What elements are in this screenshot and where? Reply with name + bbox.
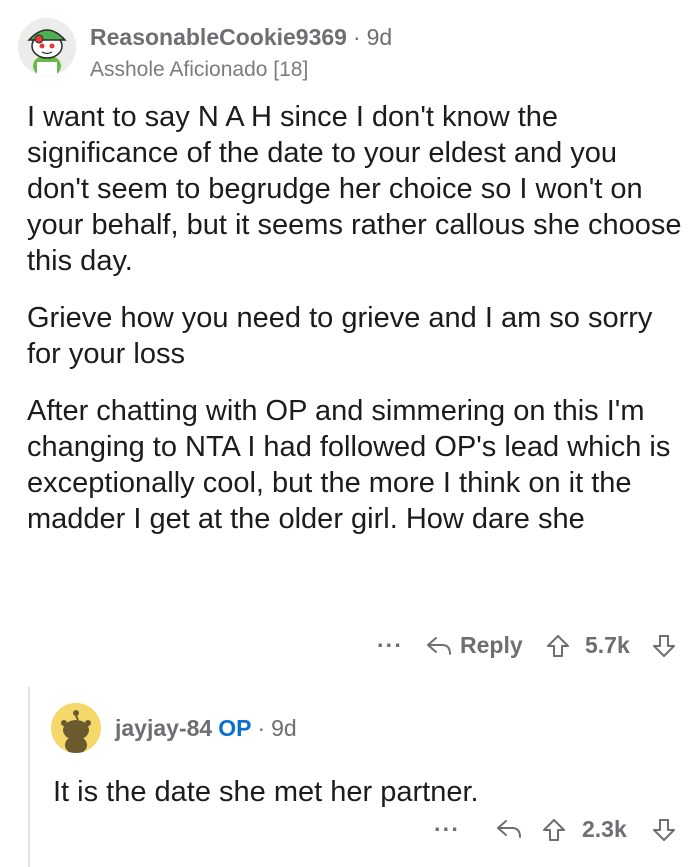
comment-paragraph: After chatting with OP and simmering on …	[27, 395, 671, 535]
more-options-button[interactable]: ···	[434, 816, 460, 843]
vote-score: 5.7k	[585, 632, 630, 658]
downvote-button[interactable]	[652, 634, 676, 658]
reply-user-avatar[interactable]	[51, 703, 101, 753]
user-avatar[interactable]	[18, 18, 76, 76]
reply-arrow-icon	[427, 636, 451, 655]
downvote-arrow-icon	[653, 635, 675, 657]
upvote-button[interactable]	[546, 634, 570, 658]
separator-dot: ·	[257, 715, 266, 741]
vote-score: 2.3k	[582, 816, 627, 842]
reply-body: It is the date she met her partner.	[53, 776, 479, 808]
comment-paragraph: Grieve how you need to grieve and I am s…	[27, 302, 653, 370]
reply-arrow-icon	[497, 820, 521, 838]
reply-author-line: jayjay-84 OP · 9d	[115, 715, 297, 742]
downvote-arrow-icon	[653, 819, 675, 841]
reply-actions: ··· 2.3k	[0, 816, 700, 856]
username[interactable]: jayjay-84	[115, 715, 212, 741]
upvote-arrow-icon	[547, 635, 569, 657]
user-flair: Asshole Aficionado [18]	[90, 58, 309, 81]
username[interactable]: ReasonableCookie9369	[90, 24, 347, 50]
reply-label: Reply	[460, 632, 523, 658]
timestamp: 9d	[366, 24, 393, 50]
snoo-avatar-icon	[51, 703, 101, 753]
comment-author-line: ReasonableCookie9369 · 9d	[90, 24, 392, 51]
op-badge: OP	[218, 715, 252, 741]
reply-button[interactable]: Reply	[426, 632, 523, 659]
comment-paragraph: I want to say N A H since I don't know t…	[27, 101, 682, 277]
comment-body: I want to say N A H since I don't know t…	[27, 99, 687, 558]
comment-actions: ··· Reply 5.7k	[0, 632, 700, 672]
snoo-avatar-icon	[18, 18, 76, 76]
more-options-button[interactable]: ···	[377, 632, 403, 659]
timestamp: 9d	[271, 715, 297, 741]
reply-button[interactable]	[496, 818, 522, 840]
upvote-button[interactable]	[542, 818, 566, 842]
downvote-button[interactable]	[652, 818, 676, 842]
separator-dot: ·	[352, 24, 361, 50]
upvote-arrow-icon	[543, 819, 565, 841]
